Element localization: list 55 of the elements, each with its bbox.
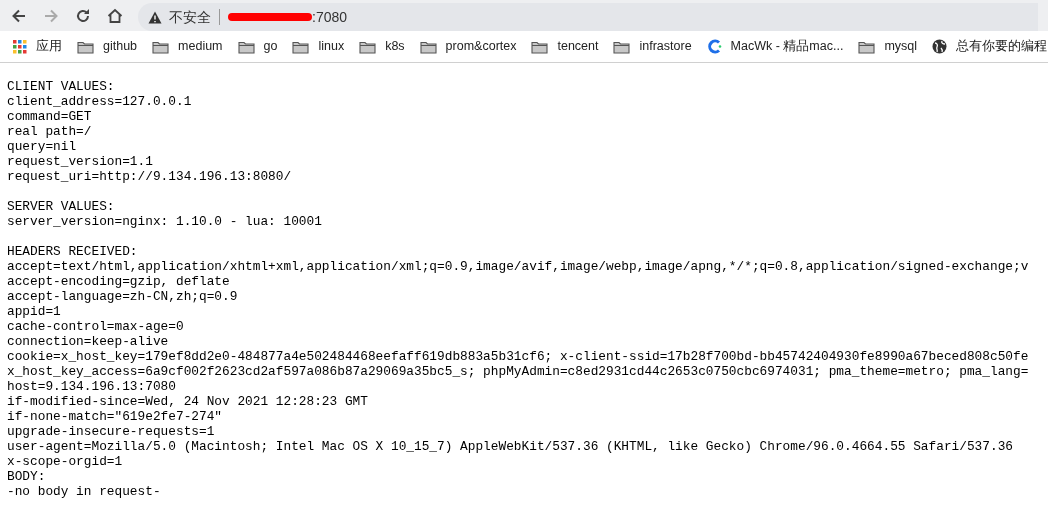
section-heading: HEADERS RECEIVED: (7, 244, 138, 259)
url-text: :7080 (312, 7, 348, 27)
value-line: cache-control=max-age=0 (7, 319, 184, 334)
value-line: accept-encoding=gzip, deflate (7, 274, 230, 289)
value-line: x_host_key_access=6a9cf002f2623cd2af597a086b87a29069a35bc5_s; phpMyAdmin=c8ed2931cd44c2653c0750cbc6974031; pma_theme=metro; pma_lang= (7, 364, 1029, 379)
value-line: upgrade-insecure-requests=1 (7, 424, 215, 439)
folder-icon (292, 39, 310, 54)
folder-icon (419, 39, 437, 54)
value-line: connection=keep-alive (7, 334, 169, 349)
warning-icon (148, 10, 162, 24)
value-line: real path=/ (7, 124, 92, 139)
bookmark-link[interactable]: 总有你要的编程 (956, 37, 1048, 56)
folder-icon (531, 39, 549, 54)
value-line: -no body in request- (7, 484, 161, 499)
folder-icon (77, 39, 94, 54)
value-line: query=nil (7, 139, 77, 154)
c-logo-icon (706, 39, 722, 54)
bookmark-link[interactable]: github (103, 37, 138, 56)
section-heading: CLIENT VALUES: (7, 79, 115, 94)
folder-icon (152, 39, 170, 54)
section-heading: BODY: (7, 469, 46, 484)
value-line: user-agent=Mozilla/5.0 (Macintosh; Intel Mac OS X 10_15_7) AppleWebKit/537.36 (KHTML, like Gecko) Chrome/96.0.4664.55 Safari/537.36 (7, 439, 1013, 454)
security-label: 不安全 (169, 7, 211, 27)
apps-grid-icon (13, 39, 27, 54)
home-icon[interactable] (106, 6, 124, 25)
folder-icon (359, 39, 377, 54)
folder-icon (613, 39, 631, 54)
bookmark-link[interactable]: 应用 (36, 37, 62, 56)
value-line: request_version=1.1 (7, 154, 153, 169)
folder-icon (237, 39, 255, 54)
address-bar[interactable]: 不安全 :7080 (138, 3, 1038, 31)
bookmark-link[interactable]: go (263, 37, 278, 56)
bookmark-link[interactable]: infrastore (639, 37, 692, 56)
bookmark-link[interactable]: prom&cortex (445, 37, 517, 56)
value-line: accept-language=zh-CN,zh;q=0.9 (7, 289, 238, 304)
value-line: client_address=127.0.0.1 (7, 94, 192, 109)
section-heading: SERVER VALUES: (7, 199, 115, 214)
value-line: appid=1 (7, 304, 61, 319)
value-line: x-scope-orgid=1 (7, 454, 123, 469)
folder-icon (858, 39, 876, 54)
bookmark-link[interactable]: mysql (884, 37, 918, 56)
bookmark-link[interactable]: k8s (385, 37, 405, 56)
bookmark-link[interactable]: MacWk - 精品mac... (730, 37, 844, 56)
value-line: host=9.134.196.13:7080 (7, 379, 176, 394)
value-line: cookie=x_host_key=179ef8dd2e0-484877a4e502484468eefaff619db883a5b31cf6; x-client-ssid=17b28f700bd-bb45742404930fe8990a67beced808c50fe (7, 349, 1029, 364)
bookmark-link[interactable]: tencent (557, 37, 599, 56)
bookmark-link[interactable]: medium (178, 37, 223, 56)
value-line: server_version=nginx: 1.10.0 - lua: 10001 (7, 214, 322, 229)
value-line: request_uri=http://9.134.196.13:8080/ (7, 169, 292, 184)
bookmark-link[interactable]: linux (318, 37, 345, 56)
value-line: accept=text/html,application/xhtml+xml,application/xml;q=0.9,image/avif,image/webp,image/apng,*/*;q=0.8,application/signed-exchange;v (7, 259, 1029, 274)
value-line: if-modified-since=Wed, 24 Nov 2021 12:28:23 GMT (7, 394, 368, 409)
value-line: if-none-match="619e2fe7-274" (7, 409, 223, 424)
value-line: command=GET (7, 109, 92, 124)
globe-icon (932, 39, 948, 54)
